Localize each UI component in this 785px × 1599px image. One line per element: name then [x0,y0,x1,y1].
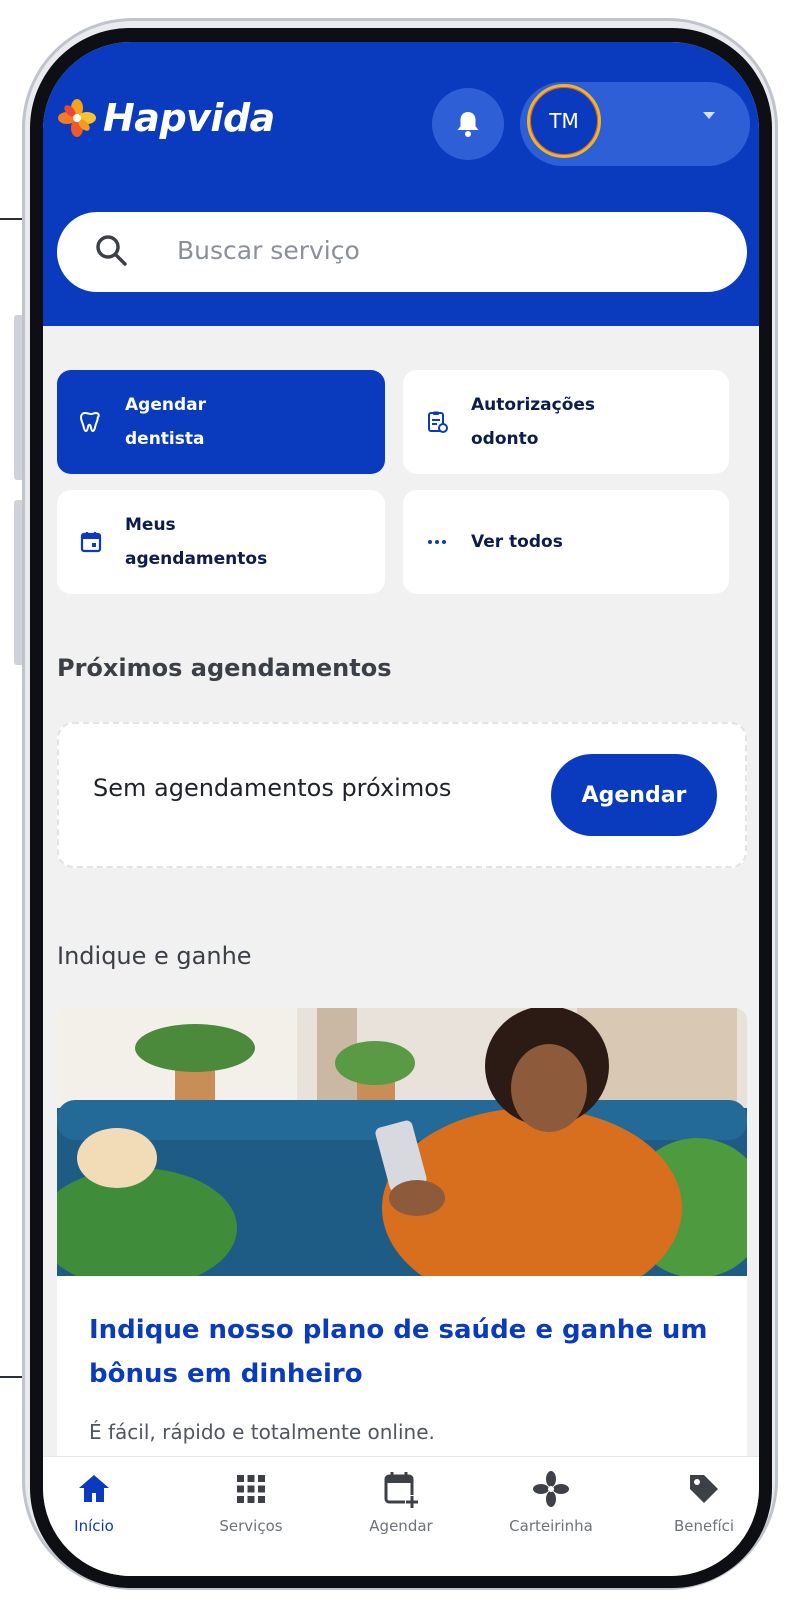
tag-icon [690,1475,718,1503]
search-icon [96,235,127,266]
calendar-icon [80,532,102,553]
quick-action-label: Autorizações odonto [471,395,596,449]
quick-action-agendar-dentista[interactable]: Agendar dentista [57,370,385,474]
empty-state-text: Sem agendamentos próximos [93,774,452,802]
bottom-navigation: Início Serviços Agendar Carteirinha Bene… [43,1456,759,1576]
nav-item-agendar[interactable]: Agendar [336,1469,466,1535]
upcoming-empty-card: Sem agendamentos próximos Agendar [57,722,747,868]
frame-line [0,1376,24,1378]
tooth-icon [79,411,100,433]
bell-icon [457,112,479,137]
card-icon [533,1471,569,1507]
quick-action-ver-todos[interactable]: Ver todos [403,490,729,594]
brand-logo: Hapvida [57,96,275,140]
calendar-add-icon [384,1472,419,1509]
nav-item-beneficios[interactable]: Benefíci [639,1469,759,1535]
nav-item-inicio[interactable]: Início [43,1469,159,1535]
promo-subtitle: É fácil, rápido e totalmente online. [89,1420,435,1444]
nav-item-servicos[interactable]: Serviços [186,1469,316,1535]
chevron-down-icon[interactable] [703,112,715,119]
frame-line [0,218,24,220]
hapvida-flower-icon [58,99,96,137]
referral-section-title: Indique e ganhe [57,942,252,970]
quick-action-label: Ver todos [471,532,563,552]
promo-title: Indique nosso plano de saúde e ganhe um … [89,1315,708,1389]
avatar[interactable]: TM [527,84,601,158]
app-screen: Hapvida TM Buscar serviço Agendar dentis… [43,42,759,1576]
search-placeholder: Buscar serviço [177,236,360,265]
grid-icon [237,1475,265,1503]
nav-item-carteirinha[interactable]: Carteirinha [486,1469,616,1535]
quick-action-label: Meus agendamentos [125,515,268,569]
more-dots-icon [428,540,446,544]
agendar-button[interactable]: Agendar [551,754,717,836]
referral-promo-card[interactable]: Indique nosso plano de saúde e ganhe um … [57,1008,747,1528]
quick-action-meus-agendamentos[interactable]: Meus agendamentos [57,490,385,594]
notifications-button[interactable] [432,88,504,160]
search-input[interactable]: Buscar serviço [57,212,747,292]
promo-photo [57,1008,747,1276]
clipboard-icon [428,411,448,433]
quick-action-autorizacoes-odonto[interactable]: Autorizações odonto [403,370,729,474]
home-icon [79,1475,109,1502]
upcoming-section-title: Próximos agendamentos [57,654,392,682]
brand-name: Hapvida [103,96,275,140]
app-header: Hapvida TM Buscar serviço [43,42,759,326]
quick-action-label: Agendar dentista [125,395,206,449]
